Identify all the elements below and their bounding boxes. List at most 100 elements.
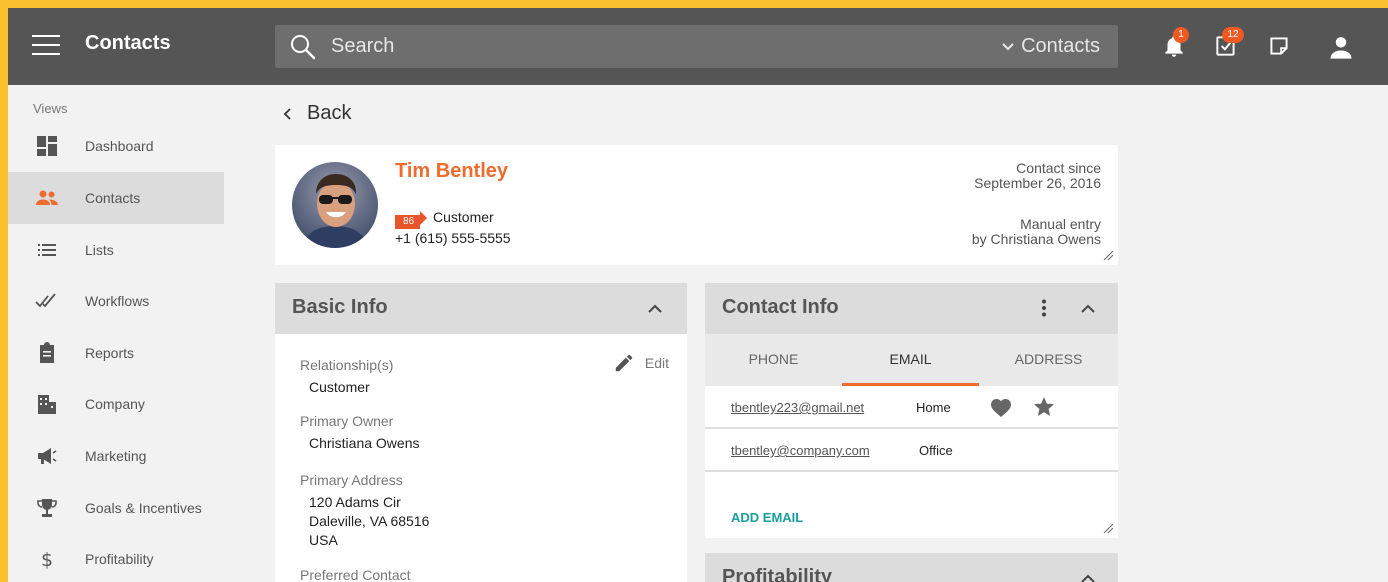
app-title: Contacts	[85, 32, 171, 54]
clipboard-icon	[40, 342, 54, 363]
app-frame: Contacts Contacts 1 12	[8, 8, 1388, 582]
address-line: Daleville, VA 68516	[309, 513, 430, 529]
search-input[interactable]	[331, 25, 931, 68]
contact-name: Tim Bentley	[395, 160, 508, 182]
relationships-label: Relationship(s)	[300, 357, 394, 373]
notes-button[interactable]	[1266, 33, 1292, 59]
relationships-value: Customer	[309, 379, 370, 395]
sidebar-item-label: Workflows	[85, 293, 150, 309]
people-icon	[36, 190, 58, 205]
sidebar-item-label: Reports	[85, 345, 135, 361]
pencil-icon	[615, 354, 633, 372]
sidebar-item-label: Marketing	[85, 448, 147, 464]
back-label: Back	[307, 102, 352, 124]
sidebar-item-goals-incentives[interactable]: Goals & Incentives	[8, 482, 224, 534]
sidebar-item-lists[interactable]: Lists	[8, 224, 224, 276]
sidebar-item-contacts[interactable]: Contacts	[8, 172, 224, 224]
tasks-button[interactable]: 12	[1213, 27, 1244, 59]
source-label: Manual entry	[1020, 216, 1101, 232]
edit-button[interactable]: Edit	[613, 352, 669, 374]
relationship-label: Customer	[433, 209, 494, 225]
sidebar-item-label: Dashboard	[85, 138, 154, 154]
sidebar-item-dashboard[interactable]: Dashboard	[8, 120, 224, 172]
profitability-header[interactable]: Profitability	[705, 553, 1118, 582]
primary-address-label: Primary Address	[300, 472, 403, 488]
contact-since-date: September 26, 2016	[974, 175, 1101, 191]
email-row: tbentley223@gmail.net Home	[705, 386, 1118, 429]
tab-email[interactable]: EMAIL	[842, 334, 979, 386]
score-badge: 86	[395, 211, 428, 229]
dollar-icon: $	[41, 549, 53, 571]
email-link[interactable]: tbentley@company.com	[731, 443, 870, 458]
menu-icon[interactable]	[32, 35, 60, 57]
user-icon	[1330, 37, 1352, 59]
profitability-title: Profitability	[722, 566, 833, 582]
dashboard-icon	[37, 136, 57, 156]
search-scope-dropdown[interactable]: Contacts	[1001, 35, 1100, 58]
source-by: by Christiana Owens	[971, 231, 1101, 247]
back-button[interactable]: Back	[281, 102, 351, 125]
email-link[interactable]: tbentley223@gmail.net	[731, 400, 864, 415]
email-list: tbentley223@gmail.net Home tbentley@comp…	[705, 386, 1118, 538]
sidebar-item-company[interactable]: Company	[8, 378, 224, 430]
chevron-up-icon[interactable]	[1078, 299, 1098, 319]
chevron-up-icon[interactable]	[1078, 569, 1098, 582]
address-line: 120 Adams Cir	[309, 494, 401, 510]
megaphone-icon	[38, 448, 57, 464]
edit-label: Edit	[644, 355, 669, 371]
score-value: 86	[395, 215, 421, 229]
email-type: Home	[916, 400, 951, 415]
add-email-button[interactable]: ADD EMAIL	[731, 510, 803, 525]
star-icon[interactable]	[1032, 395, 1056, 419]
primary-owner-label: Primary Owner	[300, 413, 394, 429]
sidebar-item-profitability[interactable]: $ Profitability	[8, 533, 224, 582]
search-scope-label: Contacts	[1021, 35, 1100, 57]
tab-phone[interactable]: PHONE	[705, 334, 842, 386]
tab-address[interactable]: ADDRESS	[979, 334, 1118, 386]
basic-info-header[interactable]: Basic Info	[275, 283, 687, 334]
sidebar-item-label: Profitability	[85, 551, 154, 567]
chevron-up-icon[interactable]	[645, 299, 665, 319]
sidebar-item-marketing[interactable]: Marketing	[8, 430, 224, 482]
contact-info-title: Contact Info	[722, 296, 839, 318]
resize-handle-icon[interactable]	[1102, 522, 1114, 534]
contact-phone: +1 (615) 555-5555	[395, 230, 511, 246]
top-bar: Contacts Contacts 1 12	[8, 8, 1388, 85]
email-type: Office	[919, 443, 953, 458]
views-section-label: Views	[33, 101, 68, 116]
search-bar[interactable]: Contacts	[275, 25, 1118, 68]
heart-icon[interactable]	[989, 396, 1013, 418]
address-line: USA	[309, 532, 338, 548]
primary-address-value: 120 Adams Cir Daleville, VA 68516 USA	[309, 493, 429, 550]
avatar	[292, 162, 378, 248]
email-row: tbentley@company.com Office	[705, 429, 1118, 472]
basic-info-body: Edit Relationship(s) Customer Primary Ow…	[275, 334, 687, 582]
contact-since-label: Contact since	[1016, 160, 1101, 176]
contact-source: Manual entry by Christiana Owens	[972, 217, 1101, 247]
sidebar-item-workflows[interactable]: Workflows	[8, 275, 224, 327]
contact-header-card: Tim Bentley 86 Customer +1 (615) 555-555…	[275, 145, 1118, 265]
tasks-badge: 12	[1222, 27, 1244, 43]
notifications-badge: 1	[1173, 27, 1189, 43]
sidebar-item-reports[interactable]: Reports	[8, 327, 224, 379]
list-icon	[38, 244, 56, 256]
double-check-icon	[35, 293, 56, 308]
basic-info-title: Basic Info	[292, 296, 388, 318]
chevron-down-icon	[1002, 42, 1014, 50]
svg-text:$: $	[41, 549, 53, 571]
search-icon	[291, 35, 316, 60]
primary-owner-value: Christiana Owens	[309, 435, 420, 451]
resize-handle-icon[interactable]	[1102, 249, 1114, 261]
contact-info-tabs: PHONE EMAIL ADDRESS	[705, 334, 1118, 386]
note-icon	[1270, 37, 1288, 55]
sidebar: Views Dashboard Contacts Lists Workflows…	[8, 85, 224, 582]
chevron-left-icon	[283, 107, 291, 120]
notifications-button[interactable]: 1	[1161, 27, 1189, 59]
sidebar-item-label: Company	[85, 396, 145, 412]
trophy-icon	[37, 499, 57, 517]
contact-since: Contact since September 26, 2016	[974, 161, 1101, 191]
more-vertical-icon[interactable]	[1034, 298, 1054, 318]
preferred-contact-label: Preferred Contact	[300, 567, 411, 582]
user-menu-button[interactable]	[1327, 33, 1355, 61]
contact-info-header[interactable]: Contact Info	[705, 283, 1118, 334]
